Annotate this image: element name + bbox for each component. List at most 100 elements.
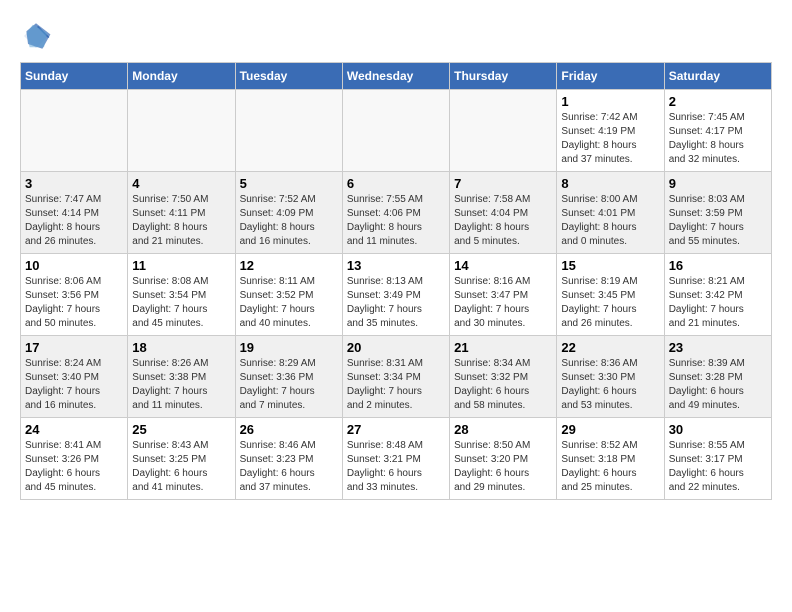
day-info: Sunrise: 7:50 AM Sunset: 4:11 PM Dayligh… <box>132 193 230 249</box>
day-info: Sunrise: 8:08 AM Sunset: 3:54 PM Dayligh… <box>132 275 230 331</box>
weekday-header-tuesday: Tuesday <box>235 63 342 90</box>
day-info: Sunrise: 8:13 AM Sunset: 3:49 PM Dayligh… <box>347 275 445 331</box>
day-number: 1 <box>561 94 659 109</box>
day-info: Sunrise: 7:52 AM Sunset: 4:09 PM Dayligh… <box>240 193 338 249</box>
calendar-cell: 3Sunrise: 7:47 AM Sunset: 4:14 PM Daylig… <box>21 172 128 254</box>
calendar-cell: 11Sunrise: 8:08 AM Sunset: 3:54 PM Dayli… <box>128 254 235 336</box>
weekday-header-row: SundayMondayTuesdayWednesdayThursdayFrid… <box>21 63 772 90</box>
day-info: Sunrise: 8:34 AM Sunset: 3:32 PM Dayligh… <box>454 357 552 413</box>
week-row-4: 17 Sunrise: 8:24 AM Sunset: 3:40 PM Dayli… <box>21 336 772 418</box>
calendar-cell: 1 Sunrise: 7:42 AM Sunset: 4:19 PM Daylig… <box>557 90 664 172</box>
calendar-cell <box>235 90 342 172</box>
day-number: 24 <box>25 422 123 437</box>
calendar-cell: 5Sunrise: 7:52 AM Sunset: 4:09 PM Daylig… <box>235 172 342 254</box>
weekday-header-saturday: Saturday <box>664 63 771 90</box>
week-row-1: 1 Sunrise: 7:42 AM Sunset: 4:19 PM Daylig… <box>21 90 772 172</box>
calendar-cell: 20 Sunrise: 8:31 AM Sunset: 3:34 PM Dayli… <box>342 336 449 418</box>
day-info: Sunrise: 8:36 AM Sunset: 3:30 PM Dayligh… <box>561 357 659 413</box>
calendar-cell: 13Sunrise: 8:13 AM Sunset: 3:49 PM Dayli… <box>342 254 449 336</box>
calendar-cell <box>450 90 557 172</box>
calendar-cell: 28 Sunrise: 8:50 AM Sunset: 3:20 PM Dayli… <box>450 418 557 500</box>
calendar-cell: 22 Sunrise: 8:36 AM Sunset: 3:30 PM Dayli… <box>557 336 664 418</box>
calendar-cell: 24 Sunrise: 8:41 AM Sunset: 3:26 PM Dayli… <box>21 418 128 500</box>
day-info: Sunrise: 7:45 AM Sunset: 4:17 PM Dayligh… <box>669 111 767 167</box>
day-info: Sunrise: 8:52 AM Sunset: 3:18 PM Dayligh… <box>561 439 659 495</box>
day-number: 27 <box>347 422 445 437</box>
day-number: 21 <box>454 340 552 355</box>
day-info: Sunrise: 8:31 AM Sunset: 3:34 PM Dayligh… <box>347 357 445 413</box>
weekday-header-monday: Monday <box>128 63 235 90</box>
calendar-cell: 18Sunrise: 8:26 AM Sunset: 3:38 PM Dayli… <box>128 336 235 418</box>
day-number: 28 <box>454 422 552 437</box>
day-number: 15 <box>561 258 659 273</box>
day-number: 25 <box>132 422 230 437</box>
logo-icon <box>20 20 52 52</box>
day-number: 22 <box>561 340 659 355</box>
day-number: 16 <box>669 258 767 273</box>
calendar-cell: 27 Sunrise: 8:48 AM Sunset: 3:21 PM Dayli… <box>342 418 449 500</box>
calendar-cell: 6Sunrise: 7:55 AM Sunset: 4:06 PM Daylig… <box>342 172 449 254</box>
day-info: Sunrise: 8:21 AM Sunset: 3:42 PM Dayligh… <box>669 275 767 331</box>
calendar-cell: 21 Sunrise: 8:34 AM Sunset: 3:32 PM Dayli… <box>450 336 557 418</box>
day-info: Sunrise: 8:16 AM Sunset: 3:47 PM Dayligh… <box>454 275 552 331</box>
calendar-cell <box>342 90 449 172</box>
day-number: 20 <box>347 340 445 355</box>
page-header <box>20 20 772 52</box>
calendar-cell: 15 Sunrise: 8:19 AM Sunset: 3:45 PM Dayli… <box>557 254 664 336</box>
day-number: 9 <box>669 176 767 191</box>
day-number: 19 <box>240 340 338 355</box>
weekday-header-wednesday: Wednesday <box>342 63 449 90</box>
calendar-cell: 10 Sunrise: 8:06 AM Sunset: 3:56 PM Dayli… <box>21 254 128 336</box>
week-row-3: 10 Sunrise: 8:06 AM Sunset: 3:56 PM Dayli… <box>21 254 772 336</box>
day-info: Sunrise: 8:43 AM Sunset: 3:25 PM Dayligh… <box>132 439 230 495</box>
day-info: Sunrise: 8:50 AM Sunset: 3:20 PM Dayligh… <box>454 439 552 495</box>
day-number: 2 <box>669 94 767 109</box>
day-number: 17 <box>25 340 123 355</box>
day-number: 12 <box>240 258 338 273</box>
calendar-cell: 16 Sunrise: 8:21 AM Sunset: 3:42 PM Dayli… <box>664 254 771 336</box>
day-info: Sunrise: 8:29 AM Sunset: 3:36 PM Dayligh… <box>240 357 338 413</box>
week-row-5: 24 Sunrise: 8:41 AM Sunset: 3:26 PM Dayli… <box>21 418 772 500</box>
calendar-cell: 17 Sunrise: 8:24 AM Sunset: 3:40 PM Dayli… <box>21 336 128 418</box>
day-number: 26 <box>240 422 338 437</box>
day-info: Sunrise: 7:55 AM Sunset: 4:06 PM Dayligh… <box>347 193 445 249</box>
day-number: 8 <box>561 176 659 191</box>
calendar-cell <box>21 90 128 172</box>
day-info: Sunrise: 8:39 AM Sunset: 3:28 PM Dayligh… <box>669 357 767 413</box>
calendar-cell: 4 Sunrise: 7:50 AM Sunset: 4:11 PM Daylig… <box>128 172 235 254</box>
day-info: Sunrise: 8:03 AM Sunset: 3:59 PM Dayligh… <box>669 193 767 249</box>
calendar-cell: 29 Sunrise: 8:52 AM Sunset: 3:18 PM Dayli… <box>557 418 664 500</box>
day-info: Sunrise: 8:55 AM Sunset: 3:17 PM Dayligh… <box>669 439 767 495</box>
calendar-cell: 30 Sunrise: 8:55 AM Sunset: 3:17 PM Dayli… <box>664 418 771 500</box>
day-number: 23 <box>669 340 767 355</box>
day-number: 14 <box>454 258 552 273</box>
calendar-cell: 2 Sunrise: 7:45 AM Sunset: 4:17 PM Daylig… <box>664 90 771 172</box>
day-number: 4 <box>132 176 230 191</box>
day-info: Sunrise: 7:42 AM Sunset: 4:19 PM Dayligh… <box>561 111 659 167</box>
calendar-cell: 9 Sunrise: 8:03 AM Sunset: 3:59 PM Daylig… <box>664 172 771 254</box>
weekday-header-friday: Friday <box>557 63 664 90</box>
day-info: Sunrise: 8:06 AM Sunset: 3:56 PM Dayligh… <box>25 275 123 331</box>
day-info: Sunrise: 8:11 AM Sunset: 3:52 PM Dayligh… <box>240 275 338 331</box>
day-info: Sunrise: 8:24 AM Sunset: 3:40 PM Dayligh… <box>25 357 123 413</box>
weekday-header-thursday: Thursday <box>450 63 557 90</box>
day-info: Sunrise: 8:46 AM Sunset: 3:23 PM Dayligh… <box>240 439 338 495</box>
calendar-table: SundayMondayTuesdayWednesdayThursdayFrid… <box>20 62 772 500</box>
day-info: Sunrise: 8:26 AM Sunset: 3:38 PM Dayligh… <box>132 357 230 413</box>
day-number: 29 <box>561 422 659 437</box>
day-info: Sunrise: 8:19 AM Sunset: 3:45 PM Dayligh… <box>561 275 659 331</box>
calendar-cell: 19 Sunrise: 8:29 AM Sunset: 3:36 PM Dayli… <box>235 336 342 418</box>
calendar-cell <box>128 90 235 172</box>
day-info: Sunrise: 8:48 AM Sunset: 3:21 PM Dayligh… <box>347 439 445 495</box>
calendar-cell: 25 Sunrise: 8:43 AM Sunset: 3:25 PM Dayli… <box>128 418 235 500</box>
day-number: 30 <box>669 422 767 437</box>
calendar-cell: 7Sunrise: 7:58 AM Sunset: 4:04 PM Daylig… <box>450 172 557 254</box>
day-info: Sunrise: 8:00 AM Sunset: 4:01 PM Dayligh… <box>561 193 659 249</box>
calendar-cell: 12 Sunrise: 8:11 AM Sunset: 3:52 PM Dayli… <box>235 254 342 336</box>
day-number: 7 <box>454 176 552 191</box>
day-info: Sunrise: 8:41 AM Sunset: 3:26 PM Dayligh… <box>25 439 123 495</box>
week-row-2: 3Sunrise: 7:47 AM Sunset: 4:14 PM Daylig… <box>21 172 772 254</box>
day-number: 10 <box>25 258 123 273</box>
day-info: Sunrise: 7:47 AM Sunset: 4:14 PM Dayligh… <box>25 193 123 249</box>
calendar-cell: 8 Sunrise: 8:00 AM Sunset: 4:01 PM Daylig… <box>557 172 664 254</box>
